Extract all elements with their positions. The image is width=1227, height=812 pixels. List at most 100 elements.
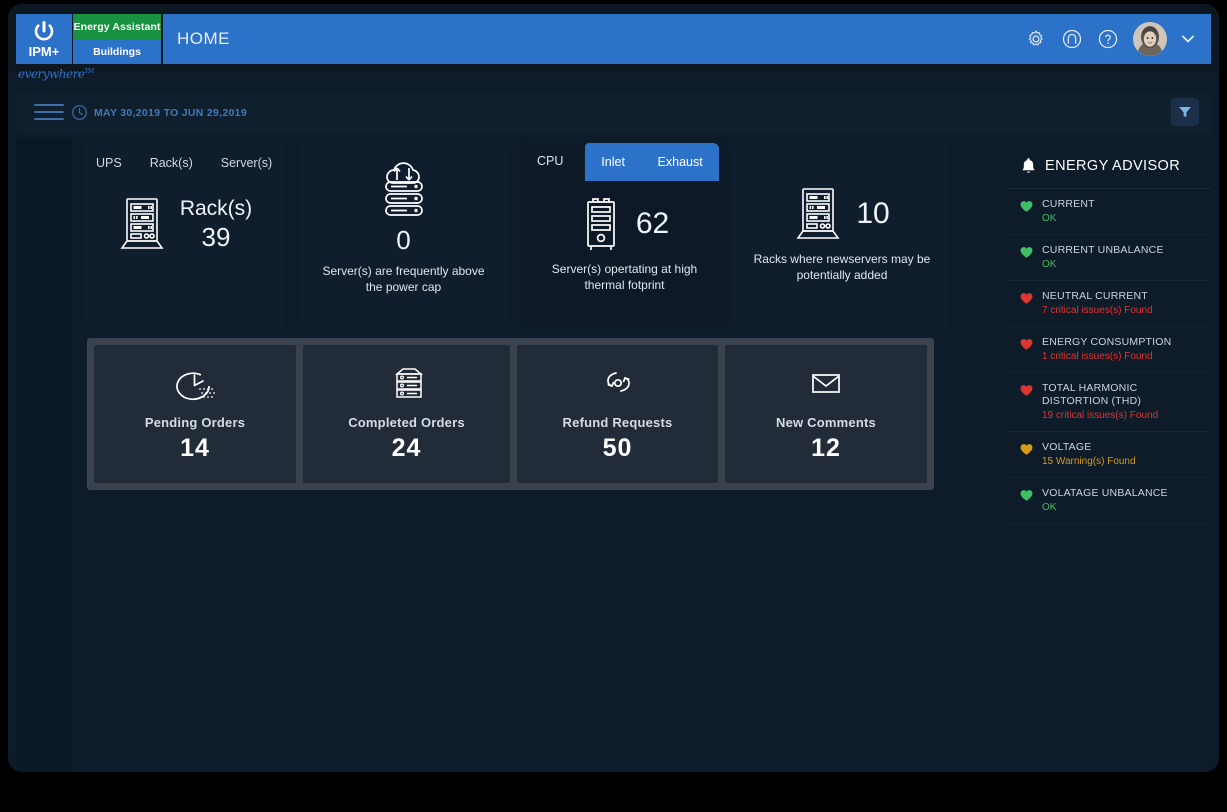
new-comments-inner: New Comments 12 — [725, 345, 927, 483]
heart-icon — [1020, 385, 1033, 396]
user-circle-icon[interactable] — [1061, 28, 1083, 50]
screen: IPM+ everywhereTM Energy Assistant Build… — [0, 0, 1227, 812]
rack-metric: Rack(s) 39 — [84, 195, 286, 253]
filter-button[interactable] — [1171, 98, 1199, 126]
rack-capacity-metric: 10 — [734, 185, 950, 243]
logo-label: IPM+ — [28, 44, 60, 59]
advisor-item-name: CURRENT UNBALANCE — [1042, 244, 1164, 256]
filter-toolbar: MAY 30,2019 TO JUN 29,2019 — [16, 92, 1211, 134]
trademark-mark: TM — [84, 68, 94, 75]
completed-orders-inner: Completed Orders 24 — [303, 345, 510, 483]
product-badge[interactable]: Energy Assistant — [73, 14, 161, 39]
rack-metric-label: Rack(s) — [179, 197, 253, 220]
card-completed-orders[interactable]: Completed Orders 24 — [303, 345, 510, 483]
brand-stack: Energy Assistant Buildings — [73, 14, 161, 64]
card-rack-capacity: 10 Racks where newservers may be potenti… — [734, 143, 950, 328]
kpi-row-bottom: Pending Orders 14 Completed Orders 24 Re… — [87, 338, 934, 490]
advisor-item-name: NEUTRAL CURRENT — [1042, 290, 1148, 302]
tab-inlet[interactable]: Inlet — [601, 155, 625, 169]
energy-advisor-title: ENERGY ADVISOR — [1045, 157, 1181, 174]
card-pending-orders[interactable]: Pending Orders 14 — [94, 345, 296, 483]
thermal-value: 62 — [635, 207, 670, 240]
tagline-text: everywhere — [18, 67, 85, 81]
filter-icon — [1179, 107, 1191, 118]
tab-exhaust[interactable]: Exhaust — [658, 155, 703, 169]
advisor-item-voltage[interactable]: VOLTAGE 15 Warning(s) Found — [1006, 432, 1211, 478]
app-logo[interactable]: IPM+ — [16, 14, 72, 64]
server-tower-icon — [586, 198, 615, 250]
tab-racks[interactable]: Rack(s) — [150, 143, 193, 183]
heart-icon — [1020, 201, 1033, 212]
rack-summary-tabs: UPS Rack(s) Server(s) — [84, 143, 286, 183]
heart-icon — [1020, 490, 1033, 501]
refund-requests-value: 50 — [602, 434, 633, 462]
advisor-item-thd[interactable]: TOTAL HARMONIC DISTORTION (THD) 19 criti… — [1006, 373, 1211, 432]
avatar-image — [1133, 22, 1167, 56]
card-rack-summary: UPS Rack(s) Server(s) Rack(s) 39 — [84, 143, 286, 328]
rack-summary-body: Rack(s) 39 — [84, 183, 286, 328]
advisor-item-status: OK — [1042, 213, 1057, 224]
advisor-item-name: CURRENT — [1042, 198, 1095, 210]
advisor-item-current[interactable]: CURRENT OK — [1006, 189, 1211, 235]
top-bar: IPM+ everywhereTM Energy Assistant Build… — [8, 4, 1219, 81]
new-comments-value: 12 — [811, 434, 841, 462]
card-power-cap: 0 Server(s) are frequently above the pow… — [300, 143, 507, 328]
advisor-item-energy-consumption[interactable]: ENERGY CONSUMPTION 1 critical issues(s) … — [1006, 327, 1211, 373]
advisor-item-current-unbalance[interactable]: CURRENT UNBALANCE OK — [1006, 235, 1211, 281]
hamburger-icon[interactable] — [34, 104, 64, 122]
rack-capacity-caption: Racks where newservers may be potentiall… — [753, 252, 931, 282]
card-new-comments[interactable]: New Comments 12 — [725, 345, 927, 483]
power-cap-caption: Server(s) are frequently above the power… — [322, 264, 485, 294]
section-badge[interactable]: Buildings — [73, 39, 161, 64]
power-cap-value: 0 — [396, 225, 411, 255]
avatar[interactable] — [1133, 22, 1167, 56]
advisor-item-voltage-unbalance[interactable]: VOLATAGE UNBALANCE OK — [1006, 478, 1211, 524]
server-rack-icon — [796, 188, 840, 239]
advisor-item-status: OK — [1042, 259, 1057, 270]
help-icon[interactable] — [1097, 28, 1119, 50]
thermal-metric: 62 — [521, 195, 728, 253]
pending-orders-inner: Pending Orders 14 — [94, 345, 296, 483]
advisor-item-text: ENERGY CONSUMPTION 1 critical issues(s) … — [1042, 336, 1171, 363]
power-icon — [34, 21, 54, 41]
advisor-item-text: TOTAL HARMONIC DISTORTION (THD) 19 criti… — [1042, 382, 1201, 422]
tab-ups[interactable]: UPS — [96, 143, 122, 183]
thermal-body: 62 Server(s) opertating at high thermal … — [521, 183, 728, 328]
page-title: HOME — [177, 29, 230, 48]
refund-requests-inner: Refund Requests 50 — [517, 345, 718, 483]
heart-icon — [1020, 444, 1033, 455]
advisor-item-neutral-current[interactable]: NEUTRAL CURRENT 7 critical issues(s) Fou… — [1006, 281, 1211, 327]
rack-metric-value: 39 — [201, 222, 231, 252]
app-window: IPM+ everywhereTM Energy Assistant Build… — [8, 4, 1219, 772]
heart-icon — [1020, 247, 1033, 258]
chevron-down-icon[interactable] — [1181, 34, 1195, 44]
completed-orders-label: Completed Orders — [348, 415, 465, 430]
thermal-tab-group: Inlet Exhaust — [585, 143, 719, 181]
cloud-server-updown-icon — [384, 162, 423, 216]
date-range-label[interactable]: MAY 30,2019 TO JUN 29,2019 — [94, 107, 247, 119]
clock-icon — [72, 105, 87, 120]
completed-orders-value: 24 — [391, 434, 422, 462]
heart-icon — [1020, 339, 1033, 350]
advisor-item-text: VOLATAGE UNBALANCE OK — [1042, 487, 1168, 514]
heart-icon — [1020, 293, 1033, 304]
refund-loop-icon — [606, 372, 630, 392]
card-refund-requests[interactable]: Refund Requests 50 — [517, 345, 718, 483]
header-bar: HOME — [163, 14, 1211, 64]
tab-cpu[interactable]: CPU — [537, 154, 563, 168]
thermal-caption: Server(s) opertating at high thermal fot… — [551, 262, 698, 292]
header-icon-group — [1025, 14, 1195, 64]
tab-servers[interactable]: Server(s) — [221, 143, 272, 183]
rack-capacity-value: 10 — [856, 197, 890, 230]
advisor-item-status: 15 Warning(s) Found — [1042, 456, 1136, 467]
advisor-item-status: 7 critical issues(s) Found — [1042, 305, 1153, 316]
gear-icon[interactable] — [1025, 28, 1047, 50]
rack-capacity-body: 10 Racks where newservers may be potenti… — [734, 173, 950, 328]
refund-requests-label: Refund Requests — [562, 415, 673, 430]
advisor-item-text: CURRENT UNBALANCE OK — [1042, 244, 1164, 271]
energy-advisor-header: ENERGY ADVISOR — [1006, 143, 1211, 189]
advisor-item-name: VOLTAGE — [1042, 441, 1092, 453]
power-cap-body: 0 Server(s) are frequently above the pow… — [300, 155, 507, 328]
kpi-row-top: UPS Rack(s) Server(s) Rack(s) 39 0 Serve… — [84, 143, 950, 328]
bell-icon — [1022, 157, 1035, 173]
